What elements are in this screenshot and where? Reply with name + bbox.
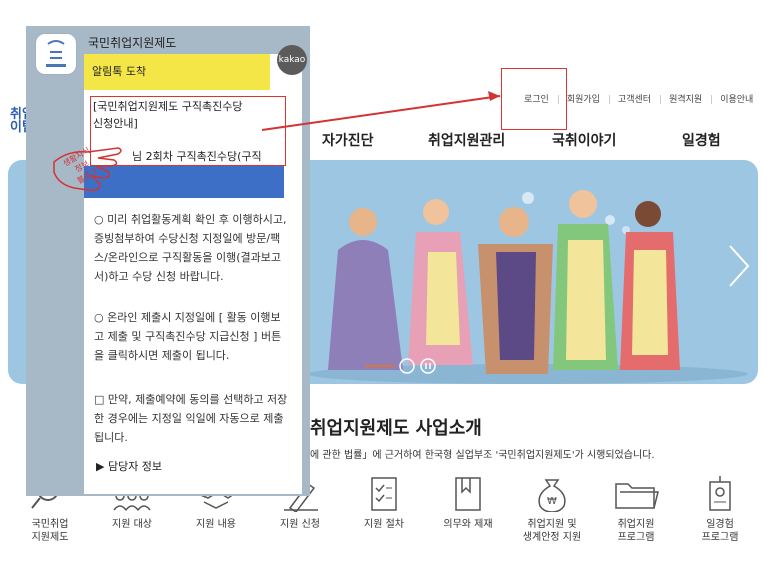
annotation-arrow bbox=[261, 91, 501, 131]
arrow-head-icon bbox=[488, 91, 500, 101]
